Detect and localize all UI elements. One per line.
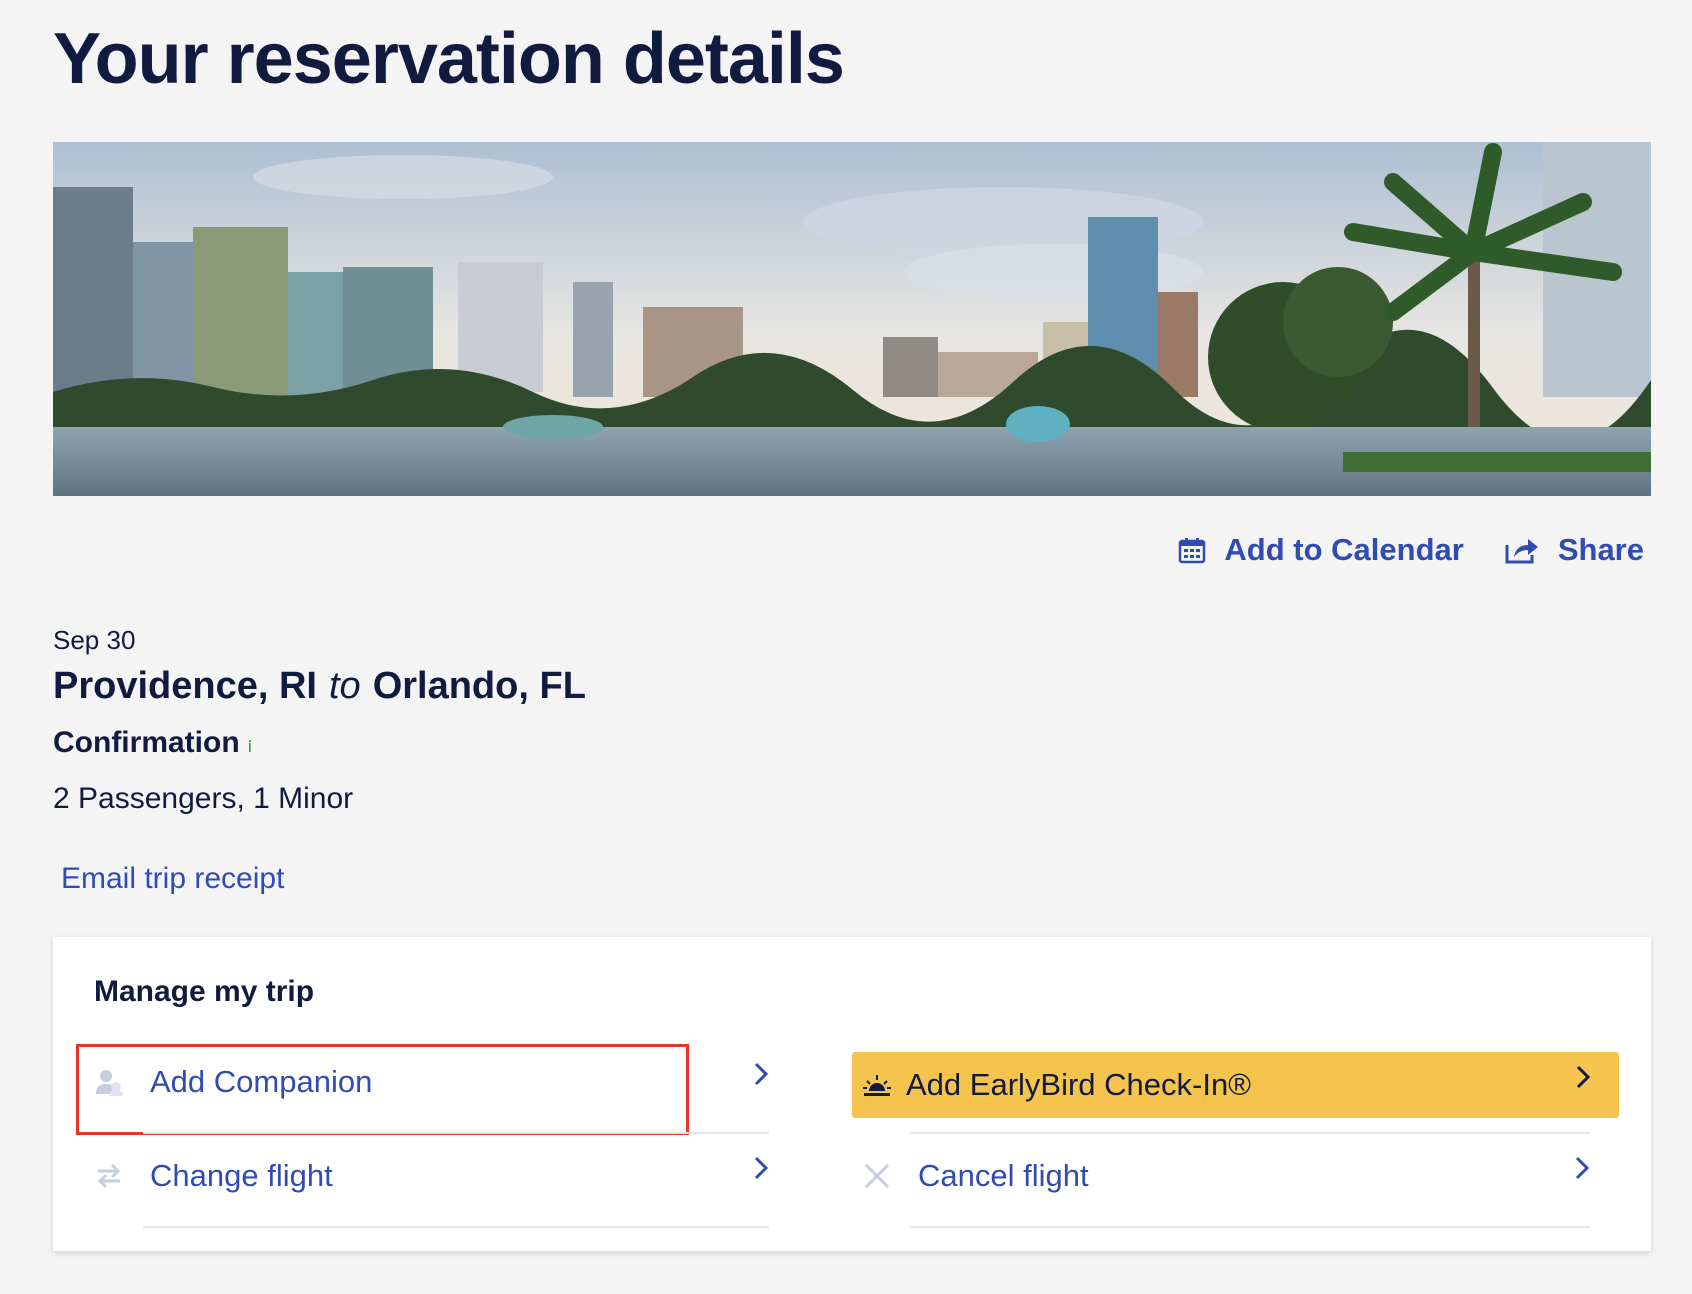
cancel-flight-button[interactable]: Cancel flight xyxy=(862,1143,1590,1209)
calendar-icon xyxy=(1178,536,1206,564)
manage-my-trip-title: Manage my trip xyxy=(94,975,315,1008)
add-to-calendar-link[interactable]: Add to Calendar xyxy=(1178,532,1464,568)
add-to-calendar-label: Add to Calendar xyxy=(1224,532,1464,567)
add-companion-button[interactable]: Add Companion xyxy=(94,1049,769,1115)
divider xyxy=(910,1226,1590,1228)
passenger-count: 2 Passengers, 1 Minor xyxy=(53,782,354,815)
trip-actions: Add to Calendar Share xyxy=(1178,532,1644,568)
swap-arrows-icon xyxy=(94,1161,124,1191)
companion-icon xyxy=(94,1067,124,1097)
change-flight-button[interactable]: Change flight xyxy=(94,1143,769,1209)
page-title: Your reservation details xyxy=(53,19,845,99)
route-origin: Providence, RI xyxy=(53,665,317,707)
change-flight-label: Change flight xyxy=(150,1158,333,1193)
divider xyxy=(910,1132,1590,1134)
divider xyxy=(143,1226,769,1228)
add-earlybird-label: Add EarlyBird Check-In® xyxy=(906,1067,1252,1102)
sunrise-icon xyxy=(862,1070,892,1100)
chevron-right-icon xyxy=(753,1061,769,1092)
trip-route: Providence, RI to Orlando, FL xyxy=(53,665,586,708)
confirmation-label: Confirmation xyxy=(53,726,240,759)
add-companion-label: Add Companion xyxy=(150,1064,373,1099)
chevron-right-icon xyxy=(753,1155,769,1186)
route-destination: Orlando, FL xyxy=(372,665,586,707)
trip-date: Sep 30 xyxy=(53,625,136,655)
email-trip-receipt-link[interactable]: Email trip receipt xyxy=(61,862,284,896)
info-icon[interactable]: ⅰ xyxy=(248,737,252,757)
confirmation: Confirmation ⅰ xyxy=(53,726,252,760)
manage-my-trip-card: Manage my trip Add Companion Change flig… xyxy=(53,937,1651,1251)
close-icon xyxy=(862,1161,892,1191)
share-link[interactable]: Share xyxy=(1504,532,1644,568)
cancel-flight-label: Cancel flight xyxy=(918,1158,1089,1193)
add-earlybird-checkin-button[interactable]: Add EarlyBird Check-In® xyxy=(852,1052,1619,1118)
share-label: Share xyxy=(1557,532,1644,567)
orlando-skyline-image xyxy=(53,142,1651,496)
chevron-right-icon xyxy=(1574,1155,1590,1186)
share-icon xyxy=(1504,535,1540,565)
divider xyxy=(143,1132,769,1134)
route-connector: to xyxy=(328,665,361,707)
chevron-right-icon xyxy=(1575,1064,1591,1095)
